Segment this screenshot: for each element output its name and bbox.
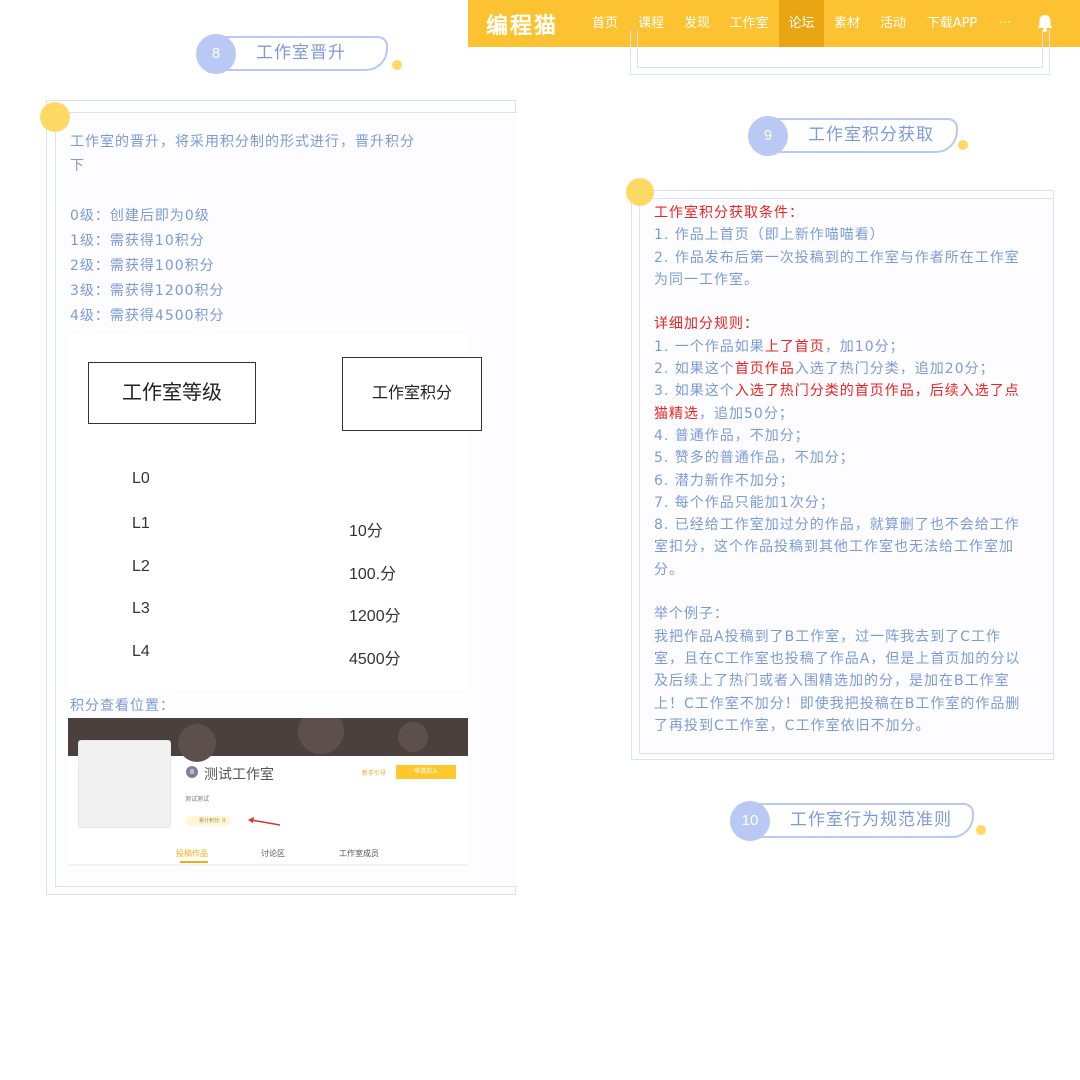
rule-item: 3. 如果这个入选了热门分类的首页作品，后续入选了点 <box>654 380 1046 402</box>
rules-title: 详细加分规则： <box>654 316 759 333</box>
section-number: 9 <box>748 116 788 156</box>
studio-name: 测试工作室 <box>204 766 274 782</box>
level-item: 0级：创建后即为0级 <box>70 208 210 224</box>
example-line: 上！C工作室不加分！即使我把投稿在B工作室的作品删 <box>654 695 1021 712</box>
rule-text: 入选了热门分类，追加20分； <box>794 361 995 378</box>
studio-cover-image <box>78 740 171 828</box>
conditions-title: 工作室积分获取条件： <box>654 205 804 221</box>
promotion-intro-line1: 工作室的晋升，将采用积分制的形式进行，晋升积分 <box>70 134 415 150</box>
example-title: 举个例子： <box>654 606 729 623</box>
table-cell-points: 100.分 <box>349 566 397 583</box>
table-cell-level: L1 <box>132 515 150 532</box>
section-title: 工作室积分获取 <box>774 118 958 153</box>
rule-item: 6. 潜力新作不加分； <box>654 472 795 489</box>
banner-decor <box>298 718 344 754</box>
section-number: 10 <box>730 801 770 841</box>
table-cell-level: L4 <box>132 643 150 660</box>
rule-highlight: 猫精选 <box>654 405 699 422</box>
rule-highlight: 上了首页 <box>764 338 825 355</box>
section-8-badge: 8 工作室晋升 <box>196 34 406 74</box>
rule-item: 1. 一个作品如果上了首页，加10分； <box>654 336 1046 358</box>
section-9-badge: 9 工作室积分获取 <box>748 116 968 156</box>
table-cell-level: L0 <box>132 470 150 487</box>
level-item: 3级：需获得1200积分 <box>70 283 225 299</box>
arrow-icon <box>248 817 281 826</box>
table-cell-points: 1200分 <box>349 608 401 625</box>
example-line: 及后续上了热门或者入围精选加的分，是加在B工作室 <box>654 673 1010 690</box>
example-line: 了再投到C工作室，C工作室依旧不加分。 <box>654 717 931 734</box>
decor-dot <box>392 60 402 70</box>
guide-link[interactable]: 新手引导 <box>362 768 386 777</box>
rule-highlight: 首页作品 <box>734 361 795 378</box>
section-title: 工作室行为规范准则 <box>756 803 974 838</box>
decor-dot-large <box>626 178 654 206</box>
studio-page-preview: 8 测试工作室 测试测试 累计积分: 0 新手引导 申请加入 投稿作品 讨论区 … <box>68 718 468 866</box>
table-cell-points: 4500分 <box>349 651 401 668</box>
rule-item: 5. 赞多的普通作品，不加分； <box>654 450 855 467</box>
rule-item-cont: 猫精选，追加50分； <box>654 403 1046 425</box>
rule-item: 7. 每个作品只能加1次分； <box>654 494 835 511</box>
rule-item: 2. 如果这个首页作品入选了热门分类，追加20分； <box>654 358 1046 380</box>
banner-decor <box>178 724 216 762</box>
rule-item-cont: 分。 <box>654 561 684 578</box>
banner-decor <box>398 722 428 752</box>
rule-text: 1. 一个作品如果 <box>654 338 765 355</box>
points-rules-text: 工作室积分获取条件： 1. 作品上首页（即上新作喵喵看） 2. 作品发布后第一次… <box>654 202 1046 737</box>
condition-item: 1. 作品上首页（即上新作喵喵看） <box>654 227 885 244</box>
table-header-points: 工作室积分 <box>342 357 482 431</box>
points-location-label: 积分查看位置： <box>70 698 175 714</box>
table-header-level: 工作室等级 <box>88 362 256 424</box>
decor-dot-large <box>40 102 70 132</box>
condition-item-cont: 为同一工作室。 <box>654 271 759 288</box>
logo[interactable]: 编程猫 <box>486 8 558 40</box>
rule-text: 3. 如果这个 <box>654 383 735 400</box>
example-line: 我把作品A投稿到了B工作室，过一阵我去到了C工作 <box>654 628 1001 645</box>
studio-avatar: 8 <box>186 766 198 778</box>
level-item: 1级：需获得10积分 <box>70 233 205 249</box>
rule-item: 8. 已经给工作室加过分的作品，就算删了也不会给工作 <box>654 517 1020 534</box>
tab-discussion[interactable]: 讨论区 <box>261 848 285 859</box>
divider <box>68 864 468 866</box>
level-item: 4级：需获得4500积分 <box>70 308 225 324</box>
table-cell-points: 10分 <box>349 523 383 540</box>
level-item: 2级：需获得100积分 <box>70 258 215 274</box>
tab-studio-members[interactable]: 工作室成员 <box>339 848 379 859</box>
nav-item-home[interactable]: 首页 <box>586 0 624 47</box>
section-10-badge: 10 工作室行为规范准则 <box>730 801 990 841</box>
table-cell-level: L2 <box>132 558 150 575</box>
previous-panel-edge <box>637 30 1043 68</box>
rule-item-cont: 室扣分，这个作品投稿到其他工作室也无法给工作室加 <box>654 539 1014 556</box>
level-list: 0级：创建后即为0级 1级：需获得10积分 2级：需获得100积分 3级：需获得… <box>70 204 225 329</box>
decor-dot <box>976 825 986 835</box>
tab-submitted-works[interactable]: 投稿作品 <box>176 848 208 859</box>
join-studio-button[interactable]: 申请加入 <box>396 765 456 779</box>
rule-highlight: 入选了热门分类的首页作品，后续入选了点 <box>734 383 1020 400</box>
condition-item: 2. 作品发布后第一次投稿到的工作室与作者所在工作室 <box>654 249 1020 266</box>
studio-points-badge: 累计积分: 0 <box>185 816 232 826</box>
section-number: 8 <box>196 34 236 74</box>
rule-text: ，加10分； <box>824 338 905 355</box>
rule-text: ，追加50分； <box>699 405 794 422</box>
level-table: 工作室等级 工作室积分 L0 L1 10分 L2 100.分 L3 1200分 … <box>68 335 482 690</box>
rule-text: 2. 如果这个 <box>654 361 735 378</box>
table-cell-level: L3 <box>132 600 150 617</box>
studio-description: 测试测试 <box>185 796 210 803</box>
example-line: 室，且在C工作室也投稿了作品A，但是上首页加的分以 <box>654 650 1021 667</box>
promotion-intro-line2: 下 <box>70 158 85 174</box>
active-tab-indicator <box>180 861 208 863</box>
rule-item: 4. 普通作品，不加分； <box>654 427 810 444</box>
decor-dot <box>958 140 968 150</box>
section-title: 工作室晋升 <box>222 36 388 71</box>
